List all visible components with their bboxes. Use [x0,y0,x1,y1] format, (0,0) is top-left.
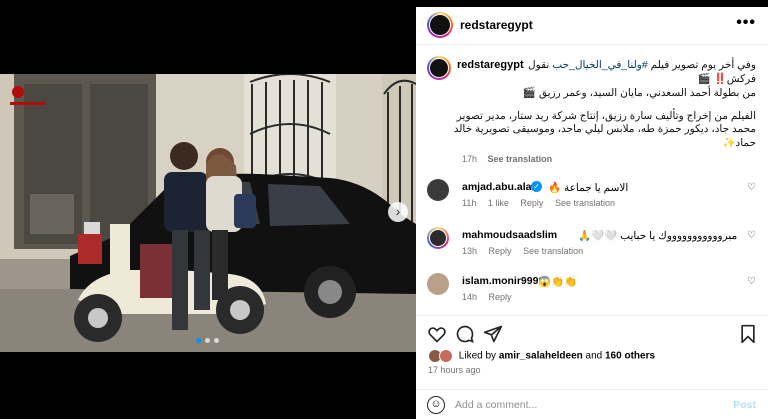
comment-icon[interactable] [455,324,475,344]
commenter-avatar[interactable] [427,273,449,295]
comment-meta: 13h Reply See translation [462,246,592,256]
comment-text: مبروووووووووووك يا حبايب 🤍🤍🙏 [578,230,738,242]
liker-avatars [428,349,454,363]
caption-avatar[interactable] [427,56,451,80]
post-photo-scene [0,74,416,352]
commenter-avatar[interactable] [427,179,449,201]
commenter-avatar[interactable] [427,227,449,249]
share-icon[interactable] [483,324,503,344]
post-image[interactable]: › [0,74,416,352]
carousel-next-button[interactable]: › [388,202,408,222]
caption: وفي أخر يوم تصوير فيلم #ولنا_في_الخيال_ح… [416,53,768,165]
comment-like-heart-icon[interactable]: ♡ [747,182,756,193]
comment-username[interactable]: mahmoudsaadslim [462,229,557,241]
caption-text: نقول [528,59,553,71]
carousel-dots [196,338,219,343]
comment: mahmoudsaadslim مبروووووووووووك يا حبايب… [416,225,768,265]
post-time: 17 hours ago [428,365,481,375]
caption-time: 17h [462,154,478,164]
caption-text: وفي أخر يوم تصوير فيلم [647,59,756,71]
comment-text: الاسم يا جماعة 🔥 [548,182,629,194]
liked-by-prefix: Liked by [458,350,499,362]
comment-like-heart-icon[interactable]: ♡ [747,276,756,287]
see-translation-link[interactable]: See translation [555,198,615,208]
add-comment-bar: ☺ Add a comment... Post [416,389,768,419]
action-bar [416,315,768,347]
caption-line-5: محمد جاد، ديكور حمزة طه، ملابس ليلي ماجد… [453,123,756,135]
author-avatar[interactable] [427,12,453,38]
reply-button[interactable]: Reply [489,246,512,256]
comment-username[interactable]: islam.monir9999 [462,275,544,287]
caption-line-6: حماد✨ [722,137,756,149]
liked-by-and: and [582,350,605,362]
likes-others-link[interactable]: 160 others [605,351,655,362]
caption-line-2: فركش‼️ 🎬 [697,73,756,85]
liker-username[interactable]: amir_salaheldeen [499,351,583,362]
carousel-dot [205,338,210,343]
emoji-icon[interactable]: ☺ [427,396,445,414]
comment-meta: 14h Reply [462,292,521,302]
post-panel: redstaregypt ••• وفي أخر يوم تصوير فيلم … [416,7,768,419]
comment-like-heart-icon[interactable]: ♡ [747,230,756,241]
bookmark-icon[interactable] [738,324,758,344]
carousel-dot [214,338,219,343]
more-horizontal-icon[interactable]: ••• [736,14,756,32]
reply-button[interactable]: Reply [489,292,512,302]
see-translation-link[interactable]: See translation [488,154,553,164]
likes-summary: Liked by amir_salaheldeen and 160 others [428,349,655,363]
reply-button[interactable]: Reply [520,198,543,208]
comment-likes[interactable]: 1 like [488,198,509,208]
heart-icon[interactable] [427,324,447,344]
comment-input[interactable]: Add a comment... [455,399,537,411]
carousel-dot-active [196,338,201,343]
caption-hashtag[interactable]: #ولنا_في_الخيال_حب [552,59,647,71]
comment-meta: 11h 1 like Reply See translation [462,198,624,208]
author-username[interactable]: redstaregypt [460,18,533,32]
comment-time: 13h [462,246,478,256]
verified-badge-icon: ✓ [531,181,542,192]
comment-username[interactable]: amjad.abu.ala [462,181,531,193]
comment-text: 👏👏😱 [538,276,578,288]
caption-username[interactable]: redstaregypt [457,59,524,71]
comment-time: 11h [462,198,477,208]
post-header: redstaregypt ••• [416,7,768,45]
post-comment-button[interactable]: Post [733,399,756,411]
caption-line-4: الفيلم من إخراج وتأليف سارة رزيق، إنتاج … [456,110,756,122]
comment-time: 14h [462,292,478,302]
caption-meta: 17h See translation [462,154,552,164]
caption-line-1: وفي أخر يوم تصوير فيلم #ولنا_في_الخيال_ح… [528,59,756,71]
comment: amjad.abu.ala ✓ الاسم يا جماعة 🔥 11h 1 l… [416,177,768,217]
caption-line-3: من بطولة أحمد السعدني، مايان السيد، وعمر… [522,87,756,99]
see-translation-link[interactable]: See translation [523,246,583,256]
comment: islam.monir9999 👏👏😱 14h Reply ♡ [416,271,768,311]
